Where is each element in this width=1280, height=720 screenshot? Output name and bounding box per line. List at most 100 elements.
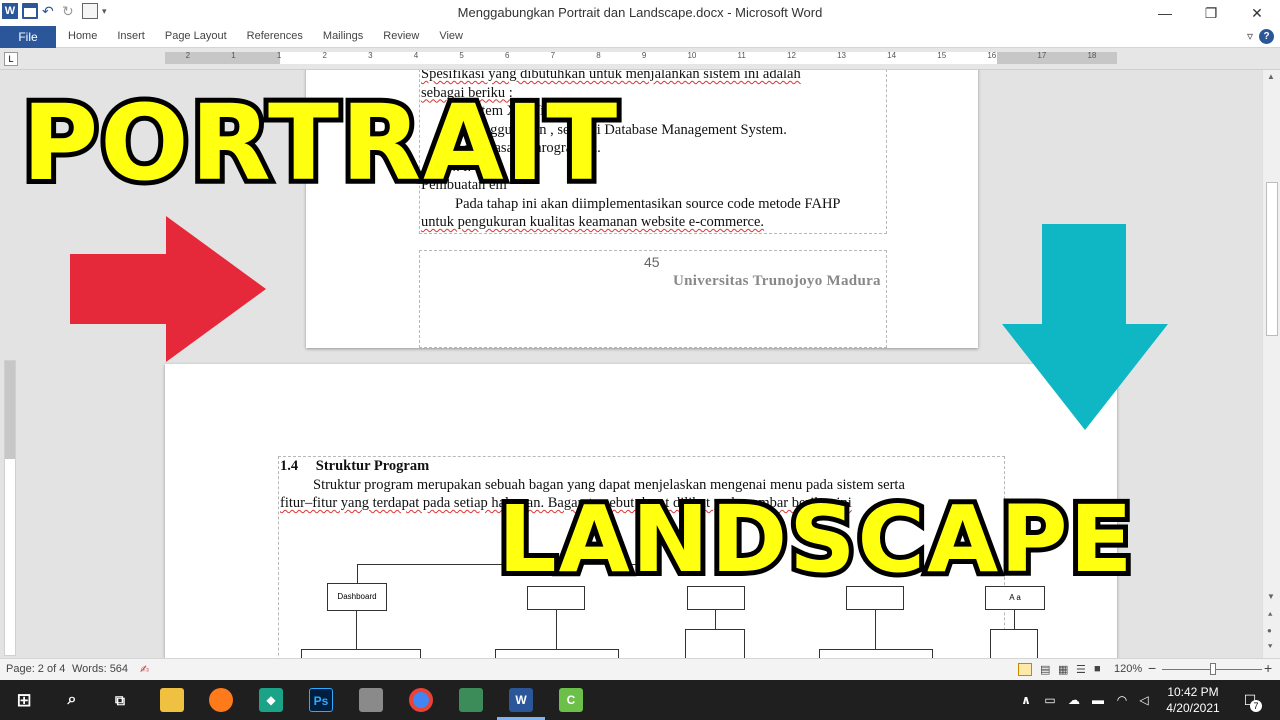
word-count[interactable]: Words: 564 [72,663,128,675]
page-number: 45 [644,254,660,270]
ruler-number: 14 [887,51,897,60]
tab-page-layout[interactable]: Page Layout [165,30,227,42]
vertical-ruler[interactable] [4,360,16,656]
chart-box-dashboard: Dashboard [327,583,387,611]
windows-taskbar: ⊞ ⌕ ⧉ ◆ Ps W C ∧ ▭ ☁ ▬ ◠ ◁ 10:42 PM 4/20… [0,680,1280,720]
volume-icon[interactable]: ◁ [1132,688,1156,712]
section-number: 1.4 [280,458,299,474]
zoom-level[interactable]: 120% [1114,663,1142,675]
section-heading: 1.4 Struktur Program [280,457,1003,476]
footer-university: Universitas Trunojoyo Madura [673,273,881,289]
chrome-icon[interactable] [409,688,433,712]
search-icon[interactable]: ⌕ [60,688,84,712]
draft-icon[interactable]: ■ [1094,663,1101,675]
window-title: Menggabungkan Portrait dan Landscape.doc… [457,5,823,20]
scroll-up-icon[interactable]: ▲ [1267,72,1275,81]
tab-home[interactable]: Home [68,30,97,42]
ruler-number: 7 [550,51,556,60]
battery-icon[interactable]: ▬ [1086,688,1110,712]
device-icon[interactable]: ▭ [1038,688,1062,712]
ruler-number: 8 [596,51,601,60]
tab-mailings[interactable]: Mailings [323,30,363,42]
landscape-overlay-text: LANDSCAPE [493,481,1137,598]
start-icon[interactable]: ⊞ [12,688,36,712]
clock[interactable]: 10:42 PM 4/20/2021 [1158,684,1228,716]
ruler-number: 17 [1037,51,1047,60]
tab-review[interactable]: Review [383,30,419,42]
previous-page-icon[interactable]: ⯅ [1267,610,1273,620]
chart-box [301,649,421,658]
ruler-number: 11 [737,51,746,60]
page-count[interactable]: Page: 2 of 4 [6,663,65,675]
horizontal-ruler[interactable]: 2 1 1 2 3 4 5 6 7 8 9 10 11 12 13 14 15 16 17 18 [165,51,1117,64]
tab-view[interactable]: View [439,30,463,42]
outline-icon[interactable]: ☰ [1076,663,1086,676]
ruler-bar: L 2 1 1 2 3 4 5 6 7 8 9 10 11 12 13 14 15 16 17 18 [0,48,1280,70]
chart-connector [356,611,357,649]
tab-file[interactable]: File [0,26,56,48]
chart-connector [1014,610,1015,629]
ruler-number: 16 [987,51,997,60]
title-bar: W ↶ ↻ ▾ Menggabungkan Portrait dan Lands… [0,0,1280,26]
ruler-number: 1 [231,51,236,60]
chart-box [685,629,745,658]
show-hidden-icons[interactable]: ∧ [1014,688,1038,712]
section-title: Struktur Program [315,458,430,474]
file-explorer-icon[interactable] [160,688,184,712]
scroll-down-icon[interactable]: ▼ [1267,592,1275,601]
onedrive-icon[interactable]: ☁ [1062,688,1086,712]
ruler-number: 6 [504,51,510,60]
ruler-number: 4 [413,51,419,60]
paint-icon[interactable] [459,688,483,712]
arrow-right-icon [70,216,266,362]
ruler-number: 2 [322,51,327,60]
chart-box [495,649,619,658]
chart-connector [875,610,876,649]
tab-selector[interactable]: L [4,52,18,66]
full-screen-reading-icon[interactable]: ▤ [1040,663,1050,676]
vertical-scrollbar[interactable]: ▲ ▼ ⯅ ● ⯆ [1262,70,1280,658]
ruler-number: 10 [687,51,697,60]
notification-count: 7 [1250,700,1262,712]
ruler-number: 2 [185,51,191,60]
ruler-number: 9 [641,51,647,60]
help-icon[interactable]: ? [1259,29,1274,44]
print-layout-icon[interactable] [1018,663,1032,676]
browse-object-icon[interactable]: ● [1267,626,1272,635]
scrollbar-thumb[interactable] [1266,182,1278,336]
minimize-button[interactable]: — [1142,0,1188,26]
ruler-number: 13 [837,51,846,60]
filmora-icon[interactable]: ◆ [259,688,283,712]
chart-connector [715,610,716,629]
word-taskbar-icon[interactable]: W [509,688,533,712]
next-page-icon[interactable]: ⯆ [1267,642,1273,652]
proofing-icon[interactable]: ✍ [140,663,149,676]
arrow-down-icon [1002,224,1168,430]
chart-box [990,629,1038,658]
zoom-out-button[interactable]: − [1148,660,1156,676]
ruler-number: 12 [787,51,796,60]
zoom-in-button[interactable]: + [1264,660,1272,676]
ruler-number: 5 [459,51,464,60]
tab-insert[interactable]: Insert [117,30,145,42]
ruler-number: 3 [368,51,373,60]
portrait-overlay-text: PORTRAIT [17,77,622,209]
tab-references[interactable]: References [247,30,303,42]
document-canvas[interactable]: Spesifikasi yang dibutuhkan untuk menjal… [0,70,1262,658]
page1-line: untuk pengukuran kualitas keamanan websi… [421,214,765,230]
clock-time: 10:42 PM [1167,685,1219,699]
firefox-icon[interactable] [209,688,233,712]
close-button[interactable]: ✕ [1234,0,1280,26]
chart-box [819,649,933,658]
photoshop-icon[interactable]: Ps [309,688,333,712]
camtasia-icon[interactable]: C [559,688,583,712]
restore-button[interactable]: ❐ [1188,0,1234,26]
scanner-icon[interactable] [359,688,383,712]
web-layout-icon[interactable]: ▦ [1058,663,1068,676]
clock-date: 4/20/2021 [1166,701,1220,715]
expand-ribbon-icon[interactable]: ▿ [1247,29,1253,44]
zoom-slider-thumb[interactable] [1210,663,1216,675]
wifi-icon[interactable]: ◠ [1110,688,1134,712]
ruler-number: 1 [276,51,282,60]
task-view-icon[interactable]: ⧉ [108,688,132,712]
